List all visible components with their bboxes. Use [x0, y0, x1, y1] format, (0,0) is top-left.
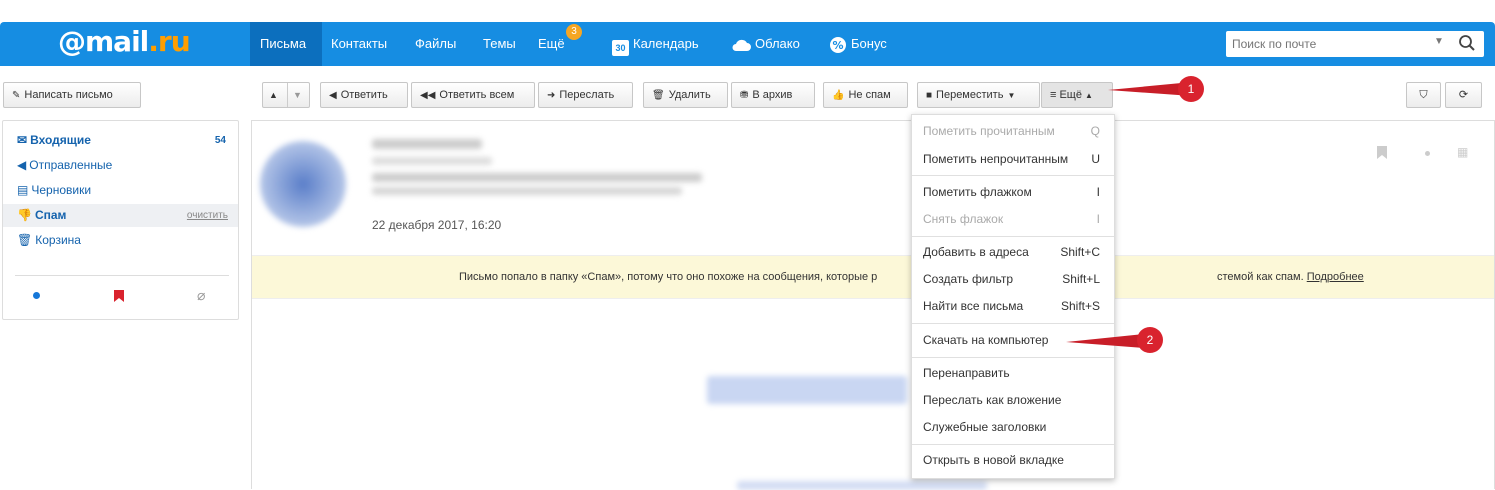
folder-sent[interactable]: ◀ Отправленные [3, 154, 238, 177]
search-icon[interactable] [1458, 34, 1476, 52]
reply-all-button[interactable]: ◀◀ Ответить всем [411, 82, 535, 108]
prev-next-group: ▲ ▼ [262, 82, 310, 108]
folder-spam[interactable]: 👎 Спам очистить [3, 204, 238, 227]
spam-more-link[interactable]: Подробнее [1307, 271, 1364, 283]
calendar-icon: 30 [612, 40, 629, 56]
menu-find-all[interactable]: Найти все письма Shift+S [912, 293, 1114, 319]
spam-notice-text-end: стемой как спам. Подробнее [1217, 271, 1364, 283]
mail-ru-logo[interactable]: @mail.ru [58, 25, 191, 58]
nav-files[interactable]: Файлы [415, 22, 456, 66]
nav-themes[interactable]: Темы [483, 22, 516, 66]
spam-notice-bar: Письмо попало в папку «Спам», потому что… [252, 255, 1494, 299]
reply-button[interactable]: ◀ Ответить [320, 82, 408, 108]
search-dropdown-icon[interactable]: ▼ [1434, 36, 1444, 47]
compose-icon: ✎ [12, 90, 21, 101]
forward-icon: ➜ [547, 90, 556, 101]
message-panel: 22 декабря 2017, 16:20 ▦ Письмо попало в… [251, 120, 1495, 490]
nav-more[interactable]: Ещё [538, 22, 565, 66]
folder-inbox[interactable]: ✉ Входящие 54 [3, 129, 238, 152]
cloud-icon [732, 39, 751, 51]
calendar-add-icon[interactable]: ▦ [1457, 145, 1468, 159]
bookmark-icon[interactable] [1377, 146, 1387, 159]
inbox-icon: ✉ [17, 133, 28, 147]
sender-avatar [260, 141, 346, 227]
menu-redirect[interactable]: Перенаправить [912, 360, 1114, 386]
not-spam-button[interactable]: 👍 Не спам [823, 82, 908, 108]
refresh-button[interactable]: ⟳ [1445, 82, 1482, 108]
more-dropdown-menu: Пометить прочитанным Q Пометить непрочита… [911, 114, 1115, 479]
theme-icon: ⛉ [1419, 89, 1428, 101]
callout-2: 2 [1137, 327, 1163, 353]
archive-button[interactable]: ⛃ В архив [731, 82, 815, 108]
bonus-icon: % [830, 36, 846, 53]
drafts-icon: ▤ [17, 183, 29, 197]
nav-contacts[interactable]: Контакты [331, 22, 387, 66]
menu-open-new-tab[interactable]: Открыть в новой вкладке [912, 447, 1114, 473]
search-input[interactable] [1232, 35, 1412, 53]
menu-mark-read[interactable]: Пометить прочитанным Q [912, 118, 1114, 144]
theme-button[interactable]: ⛉ [1406, 82, 1441, 108]
more-badge: 3 [566, 24, 582, 40]
chevron-down-icon: ▼ [1007, 91, 1016, 100]
reply-icon: ◀ [329, 90, 337, 101]
reply-all-icon: ◀◀ [420, 90, 436, 101]
folder-sidebar: ✉ Входящие 54 ◀ Отправленные ▤ Черновики 👎 С… [2, 120, 239, 320]
inbox-count: 54 [214, 135, 226, 146]
folder-icon: ■ [926, 90, 933, 101]
menu-unflag[interactable]: Снять флажок I [912, 206, 1114, 232]
menu-add-to-contacts[interactable]: Добавить в адреса Shift+C [912, 239, 1114, 265]
nav-bonus[interactable]: % Бонус [829, 22, 887, 66]
trash-icon: 🗑 [17, 233, 33, 247]
callout-1: 1 [1178, 76, 1204, 102]
nav-cloud[interactable]: Облако [731, 22, 800, 66]
move-button[interactable]: ■ Переместить ▼ [917, 82, 1040, 108]
compose-button[interactable]: ✎ Написать письмо [3, 82, 141, 108]
forward-button[interactable]: ➜ Переслать [538, 82, 633, 108]
thumb-down-icon: 👎 [17, 208, 32, 222]
menu-forward-as-attachment[interactable]: Переслать как вложение [912, 387, 1114, 413]
menu-create-filter[interactable]: Создать фильтр Shift+L [912, 266, 1114, 292]
folder-trash[interactable]: 🗑 Корзина [3, 229, 238, 252]
sent-icon: ◀ [17, 158, 27, 172]
flag-filter-icon[interactable] [114, 290, 124, 302]
clear-spam-link[interactable]: очистить [187, 204, 228, 227]
attachment-filter-icon[interactable]: ⌀ [197, 287, 205, 304]
next-message-icon[interactable]: ▼ [293, 83, 302, 107]
menu-flag[interactable]: Пометить флажком I [912, 179, 1114, 205]
search-box[interactable]: ▼ [1226, 31, 1484, 57]
svg-text:%: % [832, 39, 843, 52]
thumb-up-icon: 👍 [832, 90, 845, 101]
read-status-icon[interactable] [1425, 151, 1430, 156]
top-navigation-bar: @mail.ru Письма Контакты Файлы Темы Ещё … [0, 22, 1495, 66]
trash-icon: 🗑 [652, 90, 665, 101]
menu-headers[interactable]: Служебные заголовки [912, 414, 1114, 440]
unread-filter-icon[interactable] [33, 292, 40, 299]
chevron-up-icon: ▲ [1084, 91, 1093, 100]
delete-button[interactable]: 🗑 Удалить [643, 82, 728, 108]
spam-notice-text: Письмо попало в папку «Спам», потому что… [459, 271, 878, 283]
prev-message-icon[interactable]: ▲ [269, 83, 278, 107]
message-date: 22 декабря 2017, 16:20 [372, 218, 502, 232]
archive-icon: ⛃ [740, 90, 749, 101]
menu-mark-unread[interactable]: Пометить непрочитанным U [912, 146, 1114, 172]
nav-letters[interactable]: Письма [260, 22, 306, 66]
folder-drafts[interactable]: ▤ Черновики [3, 179, 238, 202]
refresh-icon: ⟳ [1458, 89, 1469, 101]
nav-calendar[interactable]: 30 Календарь [612, 22, 699, 66]
